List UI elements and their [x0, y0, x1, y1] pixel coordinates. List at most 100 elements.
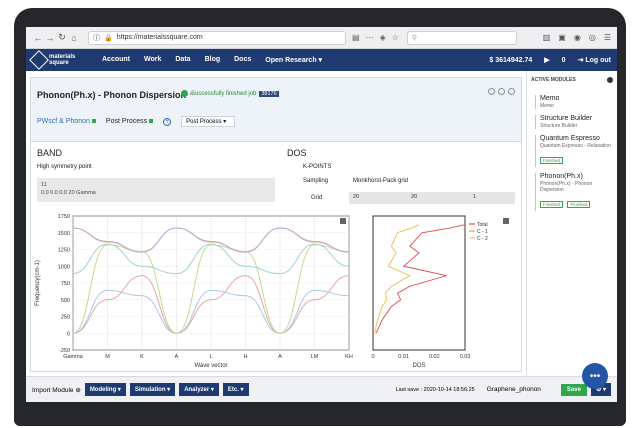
chat-icon[interactable]: ••• [582, 363, 608, 389]
tab-status-dot [149, 119, 154, 123]
panel-icons [488, 88, 515, 95]
logo[interactable]: materials square [29, 50, 102, 70]
simulation-button[interactable]: Simulation ▾ [129, 383, 176, 396]
menu-docs[interactable]: Docs [234, 56, 251, 64]
copy-icon[interactable] [498, 88, 505, 95]
reader-icon[interactable]: ▤ [352, 33, 360, 42]
sampling-value[interactable]: Monkhorst-Pack grid [353, 178, 408, 184]
search-input[interactable]: ⚲ [406, 30, 517, 45]
band-y-tick-label: 1500 [58, 231, 70, 237]
addon-icon[interactable]: ◎ [589, 33, 596, 42]
logout-link[interactable]: ⇥ Log out [578, 56, 611, 64]
menu-blog[interactable]: Blog [205, 56, 221, 64]
check-icon [181, 90, 188, 97]
process-select-value: Post Process [186, 119, 222, 125]
dos-legend-label: Total [477, 222, 488, 228]
dos-x-tick-label: 0.03 [460, 354, 471, 360]
bookmark-icon[interactable]: ☆ [392, 33, 399, 42]
sync-icon[interactable]: ◉ [574, 33, 581, 42]
home-icon[interactable]: ⌂ [68, 33, 80, 43]
process-select[interactable]: Post Process ▾ [181, 116, 236, 127]
forward-icon[interactable]: → [44, 33, 56, 43]
more-icon[interactable]: ··· [366, 33, 374, 42]
band-y-axis-label: Frequency(cm-1) [35, 260, 41, 306]
tab-label: Post Process [105, 118, 148, 125]
reload-icon[interactable]: ↻ [56, 32, 68, 43]
band-x-tick-label: A [175, 354, 179, 360]
module-name: Phonon(Ph.x) [540, 173, 583, 180]
job-id-badge[interactable]: 38176 [259, 90, 279, 97]
add-tab-icon[interactable]: + [163, 117, 172, 126]
band-x-tick-label: A [278, 354, 282, 360]
save-button[interactable]: Save [560, 383, 587, 396]
band-x-axis-label: Wave vector [194, 363, 227, 368]
textarea-line: 11 [41, 182, 47, 188]
module-name: Structure Builder [540, 115, 593, 122]
top-menu: Account Work Data Blog Docs Open Researc… [102, 56, 322, 64]
play-icon[interactable]: ▶ [544, 56, 549, 64]
help-icon[interactable] [488, 88, 495, 95]
menu-work[interactable]: Work [144, 56, 161, 64]
menu-data[interactable]: Data [175, 56, 190, 64]
module-sub: Quantum Espresso - Relaxation [540, 143, 611, 149]
dos-x-axis-label: DOS [412, 363, 425, 368]
status-text: Successfully finished job [191, 90, 257, 97]
close-sidebar-icon[interactable] [607, 77, 613, 83]
url-bar[interactable]: ⓘ 🔒 https://materialssquare.com [88, 30, 346, 45]
band-y-tick-label: 0 [67, 331, 70, 337]
band-x-tick-label: M [105, 354, 110, 360]
module-sub: Structure Builder [540, 123, 578, 129]
lock-icon: 🔒 [104, 34, 113, 42]
project-name[interactable]: Graphene_phonon [487, 386, 541, 393]
sidebar-icon[interactable]: ▣ [558, 33, 566, 42]
module-memo[interactable]: Memo Memo [535, 95, 613, 109]
finished-badge: Finished [567, 201, 591, 208]
grid-x-input[interactable]: 20 [353, 194, 359, 200]
panel-title: Phonon(Ph.x) - Phonon Dispersion ⌃ [37, 90, 194, 100]
band-x-tick-label: H [244, 354, 248, 360]
dos-legend-label: C - 2 [477, 236, 488, 242]
kpoints-label: K-POINTS [303, 164, 332, 170]
etc-button[interactable]: Etc. ▾ [222, 383, 249, 396]
logo-line2: square [49, 60, 69, 66]
band-y-tick-label: 1750 [58, 214, 70, 220]
panel-tabs: PWscf & Phonon Post Process + Post Proce… [37, 116, 236, 127]
modeling-button[interactable]: Modeling ▾ [84, 383, 126, 396]
close-icon[interactable] [508, 88, 515, 95]
sampling-label: Sampling [303, 178, 329, 184]
sidebar-title: ACTIVE MODULES [527, 71, 617, 89]
module-quantum-espresso[interactable]: Quantum Espresso Quantum Espresso - Rela… [535, 135, 613, 167]
band-y-tick-label: 250 [61, 315, 70, 321]
band-x-tick-label: Gamma [63, 354, 84, 360]
back-icon[interactable]: ← [32, 33, 44, 43]
dos-x-tick-label: 0.02 [429, 354, 440, 360]
grid-y-input[interactable]: 20 [411, 194, 417, 200]
band-label: High symmetry point [37, 164, 92, 170]
menu-account[interactable]: Account [102, 56, 130, 64]
hamburger-menu-icon[interactable]: ☰ [604, 33, 611, 42]
dos-chart: 0 0.01 0.02 0.03 TotalC - 1C - 2 DOS [371, 215, 509, 368]
high-symmetry-textarea[interactable]: 11 0.0 0.0 0.0 20 Gamma [37, 178, 275, 202]
import-module-button[interactable]: Import Module ⊕ [32, 386, 81, 394]
grid-label: Grid [311, 195, 323, 201]
dos-heading: DOS [287, 148, 307, 158]
dos-legend-label: C - 1 [477, 229, 488, 235]
analyzer-button[interactable]: Analyzer ▾ [179, 383, 219, 396]
band-y-tick-label: 1000 [58, 264, 70, 270]
shield-icon[interactable]: ◈ [380, 33, 386, 42]
band-x-tick-label: L [209, 354, 212, 360]
info-icon: ⓘ [93, 34, 100, 42]
band-heading: BAND [37, 148, 63, 158]
library-icon[interactable]: ▥ [543, 33, 551, 42]
module-phonon[interactable]: Phonon(Ph.x) Phonon(Ph.x) - Phonon Dispe… [535, 173, 613, 211]
module-name: Memo [540, 95, 560, 102]
tab-pwscf-phonon[interactable]: PWscf & Phonon [37, 118, 96, 125]
credits-balance[interactable]: $ 3614942.74 [489, 57, 532, 64]
menu-open-research[interactable]: Open Research ▾ [265, 56, 322, 64]
screen: ← → ↻ ⌂ ⓘ 🔒 https://materialssquare.com … [26, 27, 617, 402]
tab-post-process[interactable]: Post Process [105, 118, 154, 125]
grid-z-input[interactable]: 1 [473, 194, 476, 200]
module-structure-builder[interactable]: Structure Builder Structure Builder [535, 115, 613, 129]
module-sub: Phonon(Ph.x) - Phonon Dispersion [540, 181, 593, 193]
app-header: materials square Account Work Data Blog … [26, 49, 617, 71]
